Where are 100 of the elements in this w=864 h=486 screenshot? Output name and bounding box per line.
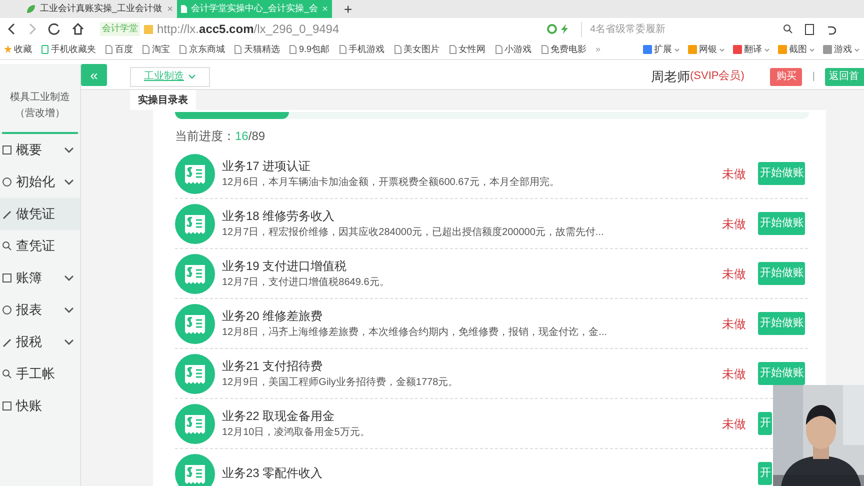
toolbar-button[interactable]: 截图 xyxy=(778,42,815,56)
user-name: 周老师 xyxy=(650,68,690,86)
sidebar-item[interactable]: 快账 xyxy=(0,390,80,422)
receipt-icon xyxy=(175,304,215,344)
toolbar-button[interactable]: 网银 xyxy=(688,42,725,56)
page-icon xyxy=(105,45,113,54)
back-icon xyxy=(8,23,16,35)
refresh-icon xyxy=(547,24,557,34)
tab[interactable]: 实操目录表 xyxy=(130,90,196,110)
menu-item-icon xyxy=(2,241,12,251)
task-description: 12月8日，冯齐上海维修差旅费，本次维修合约期内，免维修费，报销，现金付讫，金... xyxy=(222,326,608,340)
page-icon xyxy=(181,4,188,14)
menu-item-icon xyxy=(2,273,12,283)
company-name: 模具工业制造 xyxy=(10,90,70,105)
site-badge: 会计学堂 xyxy=(100,22,140,36)
task-description: 12月10日，凌鸿取备用金5万元。 xyxy=(222,426,371,440)
task-title: 业务19 支付进口增值税 xyxy=(222,258,348,274)
chevron-icon xyxy=(719,48,725,52)
toolbar-button[interactable]: 游戏 xyxy=(823,42,860,56)
bookmark-item[interactable]: 收藏 xyxy=(4,42,32,56)
tool-icon xyxy=(823,45,832,54)
task-title: 业务17 进项认证 xyxy=(222,158,312,174)
task-description: 12月9日，美国工程师Gily业务招待费，金额1778元。 xyxy=(222,376,460,390)
phone-icon xyxy=(41,45,49,54)
menu-item-icon xyxy=(2,401,12,411)
task-status: 未做 xyxy=(722,216,746,232)
sidebar-item[interactable]: 账簿 xyxy=(0,262,80,294)
undo-icon xyxy=(826,24,836,34)
receipt-icon xyxy=(175,254,215,294)
chevron-icon xyxy=(188,74,196,79)
forward-icon xyxy=(28,23,36,35)
chevron-icon xyxy=(809,48,815,52)
bookmark-item[interactable]: 百度 xyxy=(105,42,133,56)
bookmark-item[interactable]: 淘宝 xyxy=(142,42,170,56)
sidebar-item[interactable]: 报税 xyxy=(0,326,80,358)
page-icon xyxy=(540,45,549,54)
search-icon xyxy=(783,24,793,34)
task-status: 未做 xyxy=(722,416,746,432)
reload-icon xyxy=(48,23,60,35)
page-icon xyxy=(142,45,150,54)
task-description: 12月7日，支付进口增值税8649.6元。 xyxy=(222,276,390,290)
menu-item-icon xyxy=(2,209,12,219)
chevron-icon xyxy=(674,48,680,52)
chevron-icon xyxy=(764,48,770,52)
bookmark-item[interactable]: 免费电影 xyxy=(540,42,587,56)
bookmark-item[interactable]: 9.9包邮 xyxy=(289,42,330,56)
task-description: 12月7日，程宏报价维修，因其应收284000元，已超出授信额度200000元，故需先付... xyxy=(222,226,605,240)
menu-item-icon xyxy=(2,305,12,315)
separator: | xyxy=(812,70,815,84)
star-icon xyxy=(4,45,12,54)
page-icon xyxy=(394,45,402,54)
tab-title: 会计学堂实操中心_会计实操_会 xyxy=(191,2,318,16)
sidebar-item[interactable]: 手工帐 xyxy=(0,358,80,390)
sidebar-item[interactable]: 查凭证 xyxy=(0,230,80,262)
bookmark-item[interactable]: 手机游戏 xyxy=(338,42,385,56)
receipt-icon xyxy=(175,154,215,194)
task-title: 业务18 维修劳务收入 xyxy=(222,208,336,224)
bookmark-item[interactable]: 美女图片 xyxy=(394,42,440,56)
task-title: 业务23 零配件收入 xyxy=(222,465,324,482)
toolbar-button[interactable]: 翻译 xyxy=(733,42,770,56)
sidebar-item[interactable]: 概要 xyxy=(0,134,80,166)
bookmark-item[interactable]: 女性网 xyxy=(448,42,486,56)
tool-icon xyxy=(643,45,652,54)
bookmark-item[interactable]: 小游戏 xyxy=(494,42,532,56)
tool-icon xyxy=(733,45,742,54)
tab-title: 工业会计真账实操_工业会计做 xyxy=(40,2,164,16)
tool-icon xyxy=(778,45,787,54)
search-field[interactable]: 4名省级常委履新 xyxy=(581,22,771,36)
bookmark-item[interactable]: 天猫精选 xyxy=(234,42,280,56)
task-status: 未做 xyxy=(722,316,746,332)
receipt-icon xyxy=(175,204,215,244)
browser-tab[interactable]: 工业会计真账实操_工业会计做 × xyxy=(22,0,177,18)
task-status: 未做 xyxy=(722,366,746,382)
page-icon xyxy=(234,45,242,54)
new-tab-button[interactable]: + xyxy=(344,0,352,18)
tool-icon xyxy=(688,45,697,54)
page-icon xyxy=(494,45,503,54)
sidebar-item[interactable]: 报表 xyxy=(0,294,80,326)
page-icon xyxy=(179,45,187,54)
page-icon xyxy=(338,45,347,54)
page-icon xyxy=(289,45,297,54)
menu-item-icon xyxy=(2,337,12,347)
toolbar-button[interactable]: 扩展 xyxy=(643,42,680,56)
sidebar-item[interactable]: 做凭证 xyxy=(0,198,80,230)
bookmark-item[interactable]: 京东商城 xyxy=(179,42,225,56)
bookmark-item[interactable]: 手机收藏夹 xyxy=(41,42,96,56)
sidebar-item[interactable]: 初始化 xyxy=(0,166,80,198)
task-title: 业务20 维修差旅费 xyxy=(222,308,324,324)
task-title: 业务21 支付招待费 xyxy=(222,358,324,374)
url-text[interactable]: http://lx.acc5.com/lx_296_0_9494 xyxy=(157,20,340,38)
menu-item-icon xyxy=(2,369,12,379)
leaf-icon xyxy=(26,4,36,14)
task-status: 未做 xyxy=(722,166,746,182)
menu-item-icon xyxy=(2,177,12,187)
task-status: 未做 xyxy=(722,266,746,282)
bookmark-icon xyxy=(805,24,814,34)
receipt-icon xyxy=(175,354,215,394)
menu-item-icon xyxy=(2,145,12,155)
task-description: 12月6日，本月车辆油卡加油金额，开票税费全额600.67元，本月全部用完。 xyxy=(222,176,560,190)
page-icon xyxy=(448,45,457,54)
